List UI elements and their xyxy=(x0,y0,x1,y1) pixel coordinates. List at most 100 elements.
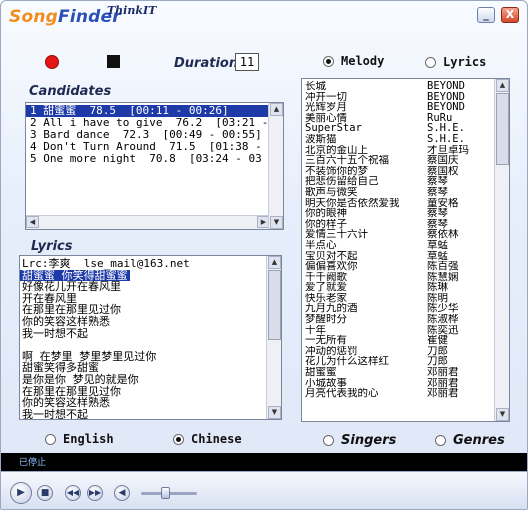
melody-radio[interactable]: Melody xyxy=(323,54,384,68)
volume-slider-knob[interactable] xyxy=(161,487,170,499)
song-title: 一无所有 xyxy=(305,335,347,346)
candidates-vscrollbar[interactable]: ▲ ▼ xyxy=(268,103,283,229)
song-title: 冲动的惩罚 xyxy=(305,345,358,357)
song-row[interactable]: 歌声与微笑 蔡琴 xyxy=(305,187,509,198)
song-row[interactable]: SuperStar S.H.E. xyxy=(305,123,509,134)
song-row[interactable]: 长城 BEYOND xyxy=(305,81,509,92)
song-row[interactable]: 千千阙歌 陈慧娴 xyxy=(305,272,509,283)
song-row[interactable]: 爱了就爱 陈琳 xyxy=(305,282,509,293)
chinese-radio[interactable]: Chinese xyxy=(173,432,242,446)
song-row[interactable]: 花儿为什么这样红 刀郎 xyxy=(305,356,509,367)
song-title: 十年 xyxy=(305,324,326,336)
scroll-down-icon[interactable]: ▼ xyxy=(496,408,509,421)
play-icon[interactable]: ▶ xyxy=(10,482,32,504)
app-logo: SongFinder xyxy=(9,7,121,27)
scroll-left-icon[interactable]: ◀ xyxy=(26,216,39,228)
lyric-line: 我一时想不起 xyxy=(22,407,88,420)
volume-icon[interactable]: ◀ xyxy=(114,485,130,501)
song-row[interactable]: 明天你是否依然爱我 童安格 xyxy=(305,198,509,209)
song-title: 你的样子 xyxy=(305,218,347,230)
song-title: 爱了就爱 xyxy=(305,282,347,293)
genres-label: Genres xyxy=(453,433,505,448)
song-row[interactable]: 半点心 草蜢 xyxy=(305,240,509,251)
duration-field[interactable]: 11 xyxy=(235,53,259,71)
song-row[interactable]: 快乐老家 陈明 xyxy=(305,293,509,304)
lyric-line: Lrc:李爽 lse_mail@163.net xyxy=(22,257,190,270)
song-title: 三百六十五个祝福 xyxy=(305,155,389,166)
song-row[interactable]: 小城故事 邓丽君 xyxy=(305,378,509,389)
song-row[interactable]: 九月九的酒 陈少华 xyxy=(305,303,509,314)
lyric-line: 是你是你 梦见的就是你 xyxy=(22,372,139,386)
song-row[interactable]: 月亮代表我的心 邓丽君 xyxy=(305,388,509,399)
candidates-list[interactable]: 1 甜蜜蜜 78.5 [00:11 - 00:26] 2 All i have t… xyxy=(25,102,284,230)
previous-icon[interactable]: ◀◀ xyxy=(65,485,81,501)
next-icon[interactable]: ▶▶ xyxy=(87,485,103,501)
chinese-label: Chinese xyxy=(191,432,242,446)
song-title: 冲开一切 xyxy=(305,91,347,103)
minimize-button[interactable]: _ xyxy=(477,7,495,23)
song-row[interactable]: 三百六十五个祝福 蔡国庆 xyxy=(305,155,509,166)
singers-radio[interactable]: Singers xyxy=(323,433,396,448)
song-title: 波斯猫 xyxy=(305,133,337,145)
song-row[interactable]: 光辉岁月 BEYOND xyxy=(305,102,509,113)
song-row[interactable]: 你的眼神 蔡琴 xyxy=(305,208,509,219)
song-row[interactable]: 十年 陈奕迅 xyxy=(305,325,509,336)
scroll-down-icon[interactable]: ▼ xyxy=(270,216,283,229)
song-title: 月亮代表我的心 xyxy=(305,388,379,399)
close-button[interactable]: X xyxy=(501,7,519,23)
melody-radio-dot xyxy=(323,55,334,67)
song-database-list[interactable]: 长城 BEYOND 冲开一切 BEYOND 光辉岁月 BEYOND 美丽心情 RuRu Supe… xyxy=(301,78,510,422)
song-row[interactable]: 一无所有 崔健 xyxy=(305,335,509,346)
song-title: 把悲伤留给自己 xyxy=(305,176,379,187)
songs-vscrollbar[interactable]: ▲ ▼ xyxy=(494,79,509,421)
song-row[interactable]: 把悲伤留给自己 蔡琴 xyxy=(305,176,509,187)
lyrics-radio[interactable]: Lyrics xyxy=(425,55,486,69)
song-title: 梦醒时分 xyxy=(305,314,347,325)
genres-radio[interactable]: Genres xyxy=(435,433,505,448)
songs-scroll-thumb[interactable] xyxy=(496,93,509,165)
stop-button[interactable] xyxy=(107,55,120,68)
melody-label: Melody xyxy=(341,54,385,68)
record-button[interactable] xyxy=(45,55,59,69)
song-row[interactable]: 不装饰你的梦 蔡国权 xyxy=(305,166,509,177)
song-row[interactable]: 冲动的惩罚 刀郎 xyxy=(305,346,509,357)
scroll-up-icon[interactable]: ▲ xyxy=(268,256,281,269)
candidates-hscrollbar[interactable]: ◀ ▶ xyxy=(26,215,270,229)
title-bar: SongFinder ThinkIT _ X xyxy=(1,1,527,31)
scroll-down-icon[interactable]: ▼ xyxy=(268,406,281,419)
song-row[interactable]: 波斯猫 S.H.E. xyxy=(305,134,509,145)
song-title: 宝贝对不起 xyxy=(305,250,358,262)
song-row[interactable]: 北京的金山上 才旦卓玛 xyxy=(305,145,509,156)
duration-label: Duration xyxy=(174,56,239,71)
song-row[interactable]: 爱情三十六计 蔡依林 xyxy=(305,229,509,240)
song-row[interactable]: 冲开一切 BEYOND xyxy=(305,92,509,103)
lyrics-vscrollbar[interactable]: ▲ ▼ xyxy=(266,256,281,419)
song-row[interactable]: 美丽心情 RuRu xyxy=(305,113,509,124)
song-title: 北京的金山上 xyxy=(305,144,368,156)
player-stop-icon[interactable]: ■ xyxy=(37,485,53,501)
scroll-up-icon[interactable]: ▲ xyxy=(496,79,509,92)
song-title: 明天你是否依然爱我 xyxy=(305,197,400,209)
lyrics-label: Lyrics xyxy=(443,55,487,69)
song-row[interactable]: 甜蜜蜜 邓丽君 xyxy=(305,367,509,378)
song-row[interactable]: 宝贝对不起 草蜢 xyxy=(305,251,509,262)
song-title: 美丽心情 xyxy=(305,112,347,124)
genres-radio-dot xyxy=(435,435,446,446)
brand-label: ThinkIT xyxy=(107,4,157,17)
player-status-text: 已停止 xyxy=(19,458,47,468)
song-title: 你的眼神 xyxy=(305,208,347,219)
song-title: 歌声与微笑 xyxy=(305,186,358,198)
candidate-row[interactable]: 5 One more night 70.8 [03:24 - 03 xyxy=(26,153,283,165)
candidates-label: Candidates xyxy=(29,84,112,99)
scroll-up-icon[interactable]: ▲ xyxy=(270,103,283,116)
player-status-bar xyxy=(1,453,527,471)
song-title: 小城故事 xyxy=(305,377,347,389)
song-row[interactable]: 梦醒时分 陈淑桦 xyxy=(305,314,509,325)
song-row[interactable]: 偏偏喜欢你 陈百强 xyxy=(305,261,509,272)
song-row[interactable]: 你的样子 蔡琴 xyxy=(305,219,509,230)
english-radio[interactable]: English xyxy=(45,432,114,446)
singers-label: Singers xyxy=(341,433,397,448)
lyrics-box[interactable]: Lrc:李爽 lse_mail@163.net 甜蜜蜜 你笑得甜蜜蜜 好像花儿开在春… xyxy=(19,255,282,420)
lyrics-scroll-thumb[interactable] xyxy=(268,270,281,340)
song-title: 甜蜜蜜 xyxy=(305,367,337,378)
